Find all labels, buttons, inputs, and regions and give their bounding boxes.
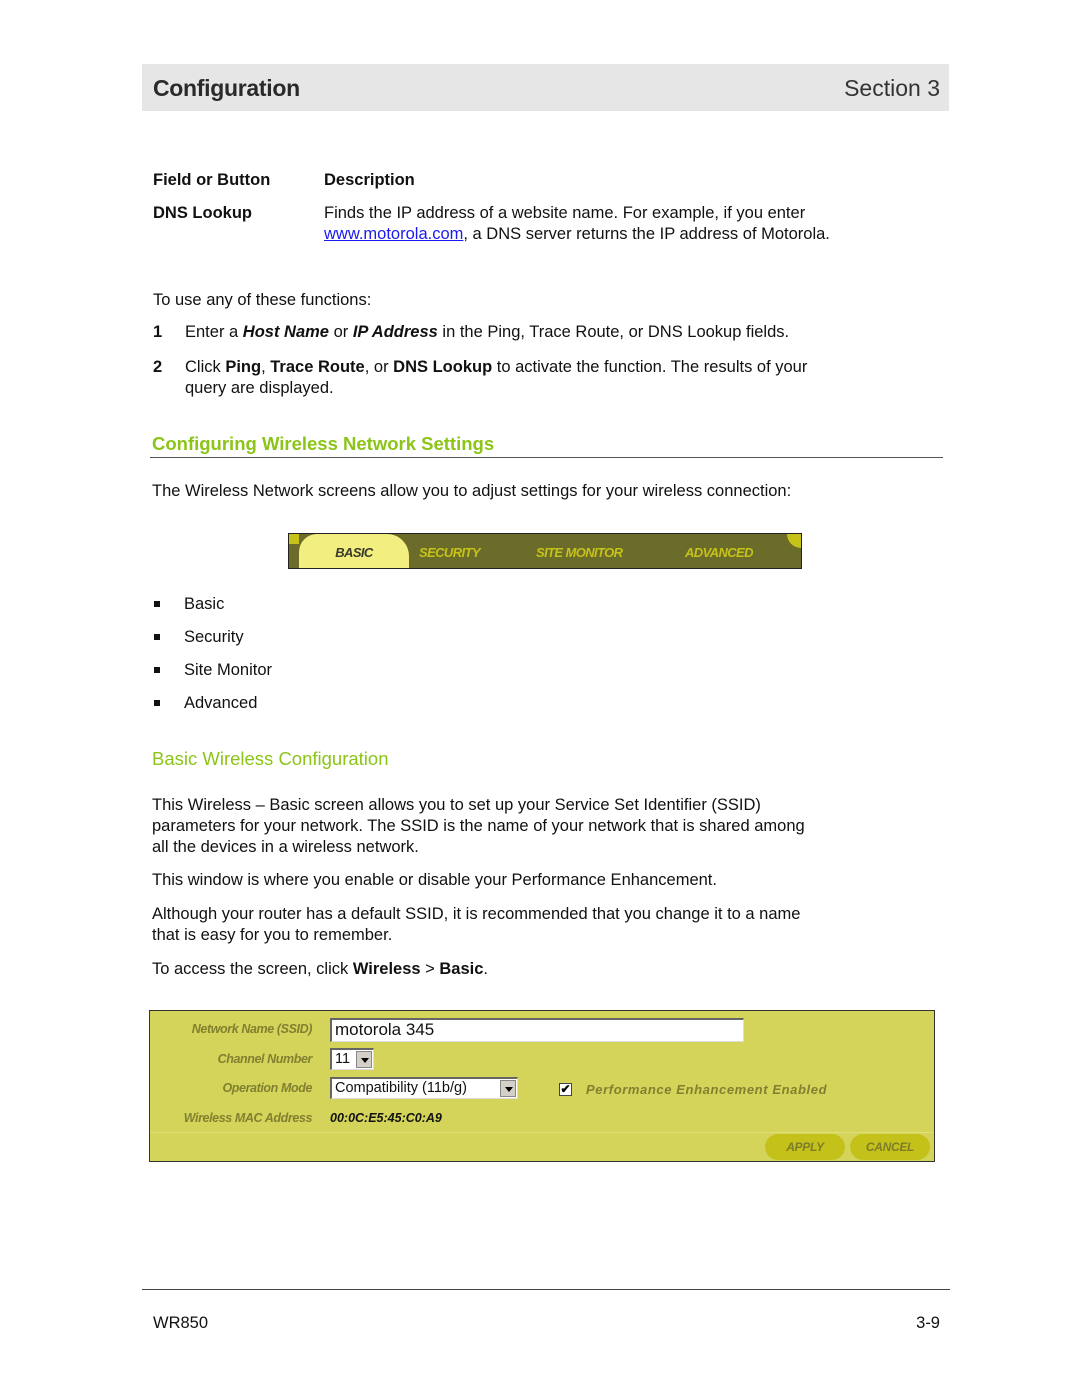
mac-label: Wireless MAC Address (183, 1111, 313, 1125)
perf-enhancement-label: Performance Enhancement Enabled (586, 1082, 828, 1097)
section-heading-wireless: Configuring Wireless Network Settings (152, 433, 495, 454)
mode-value: Compatibility (11b/g) (335, 1080, 467, 1096)
ssid-input[interactable]: motorola 345 (330, 1018, 744, 1042)
chevron-down-icon[interactable] (500, 1080, 516, 1097)
channel-value: 11 (335, 1051, 351, 1067)
bullet-icon (154, 634, 160, 640)
basic-para1-line3: all the devices in a wireless network. (152, 838, 419, 856)
step-text: Enter a Host Name or IP Address in the P… (185, 323, 790, 341)
heading-rule (150, 457, 943, 458)
col-header-description: Description (324, 171, 415, 189)
step-number: 1 (153, 323, 163, 341)
step-text: Click Ping, Trace Route, or DNS Lookup t… (185, 358, 808, 376)
basic-para3-line1: Although your router has a default SSID,… (152, 905, 801, 923)
page-title: Configuration (153, 75, 300, 101)
list-item: Site Monitor (184, 661, 273, 679)
footer-rule (142, 1289, 950, 1290)
basic-para1-line2: parameters for your network. The SSID is… (152, 817, 805, 835)
bullet-icon (154, 700, 160, 706)
channel-label: Channel Number (217, 1052, 313, 1066)
field-description-line1: Finds the IP address of a website name. … (324, 204, 806, 222)
panel-divider (150, 1132, 934, 1133)
tab-corner-decoration (289, 534, 299, 544)
wireless-intro: The Wireless Network screens allow you t… (152, 482, 792, 500)
list-item: Basic (184, 595, 225, 613)
section-heading-basic: Basic Wireless Configuration (152, 748, 389, 769)
motorola-link[interactable]: www.motorola.com (324, 225, 463, 243)
chevron-down-icon[interactable] (356, 1051, 372, 1068)
field-description-line2: www.motorola.com, a DNS server returns t… (324, 225, 830, 243)
basic-para3-line2: that is easy for you to remember. (152, 926, 393, 944)
basic-para1-line1: This Wireless – Basic screen allows you … (152, 796, 761, 814)
bullet-icon (154, 601, 160, 607)
col-header-field: Field or Button (153, 171, 271, 189)
mode-select[interactable]: Compatibility (11b/g) (330, 1077, 518, 1099)
bullet-icon (154, 667, 160, 673)
footer-model: WR850 (153, 1314, 209, 1332)
basic-para4: To access the screen, click Wireless > B… (152, 960, 488, 978)
mode-label: Operation Mode (222, 1081, 312, 1095)
channel-select[interactable]: 11 (330, 1048, 374, 1070)
step-text-cont: query are displayed. (185, 379, 334, 397)
step-number: 2 (153, 358, 163, 376)
tab-site-monitor[interactable]: SITE MONITOR (536, 534, 623, 568)
mac-address-value: 00:0C:E5:45:C0:A9 (330, 1111, 442, 1125)
section-label: Section 3 (844, 75, 940, 101)
wireless-tab-bar: BASIC SECURITY SITE MONITOR ADVANCED (288, 533, 802, 569)
ssid-label: Network Name (SSID) (191, 1022, 313, 1036)
list-item: Security (184, 628, 244, 646)
tab-security[interactable]: SECURITY (419, 534, 481, 568)
checkmark-icon: ✔ (560, 1082, 571, 1096)
cancel-button[interactable]: CANCEL (850, 1134, 930, 1160)
list-item: Advanced (184, 694, 258, 712)
footer-page-number: 3-9 (916, 1314, 940, 1332)
field-name: DNS Lookup (153, 204, 252, 222)
tab-advanced[interactable]: ADVANCED (685, 534, 754, 568)
usage-intro: To use any of these functions: (153, 291, 372, 309)
basic-para2: This window is where you enable or disab… (152, 871, 717, 889)
tab-basic[interactable]: BASIC (299, 534, 409, 568)
tab-corner-decoration (787, 534, 801, 548)
perf-enhancement-checkbox[interactable]: ✔ (559, 1083, 572, 1096)
apply-button[interactable]: APPLY (765, 1134, 845, 1160)
